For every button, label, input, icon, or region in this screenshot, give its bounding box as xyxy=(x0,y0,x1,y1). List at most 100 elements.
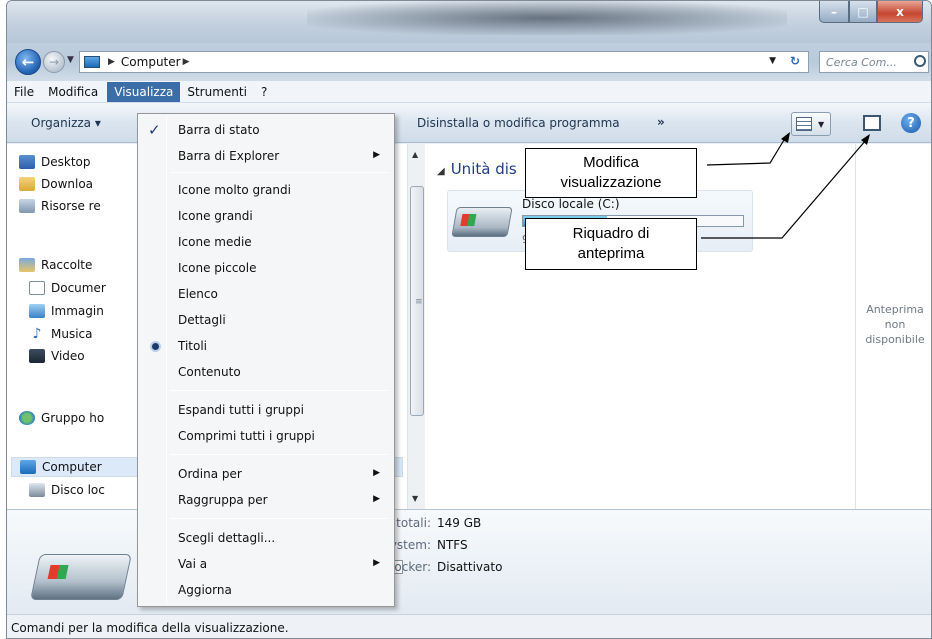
menu-item-details[interactable]: Dettagli xyxy=(140,308,392,332)
maximize-button[interactable]: □ xyxy=(849,1,877,23)
menu-item-refresh[interactable]: Aggiorna xyxy=(140,578,392,602)
nav-item-recent-places[interactable]: Risorse re xyxy=(19,196,101,216)
help-icon[interactable]: ? xyxy=(901,113,921,133)
menu-item-collapse-all-groups[interactable]: Comprimi tutti i gruppi xyxy=(140,424,392,448)
menu-item-status-bar[interactable]: ✓ Barra di stato xyxy=(140,118,392,142)
menu-modifica[interactable]: Modifica xyxy=(41,82,105,102)
group-header-drives[interactable]: ◢ Unità dis xyxy=(437,160,517,178)
address-history-dropdown[interactable]: ▼ xyxy=(769,56,776,66)
scroll-down-icon[interactable]: ▼ xyxy=(412,494,418,503)
submenu-arrow-icon: ▶ xyxy=(373,558,380,568)
organize-button[interactable]: Organizza ▾ xyxy=(31,116,101,130)
menu-separator xyxy=(170,172,388,173)
menu-item-label: Ordina per xyxy=(178,467,242,481)
minimize-button[interactable]: – xyxy=(819,1,849,23)
menu-item-label: Barra di stato xyxy=(178,123,260,137)
menu-item-label: Elenco xyxy=(178,287,218,301)
navigation-scrollbar[interactable]: ▲ ≡ ▼ xyxy=(407,144,425,509)
recent-places-icon xyxy=(19,199,35,213)
nav-item-homegroup[interactable]: Gruppo ho xyxy=(19,408,104,428)
search-icon[interactable] xyxy=(914,55,926,67)
preview-unavailable-text: Anteprima non disponibile xyxy=(856,302,931,347)
menu-item-medium-icons[interactable]: Icone medie xyxy=(140,230,392,254)
menu-item-group-by[interactable]: Raggruppa per ▶ xyxy=(140,488,392,512)
menu-item-explorer-bar[interactable]: Barra di Explorer ▶ xyxy=(140,144,392,168)
callout-text: Riquadro di xyxy=(572,225,650,242)
title-bar: – □ x xyxy=(7,1,931,43)
submenu-arrow-icon: ▶ xyxy=(373,150,380,160)
address-path[interactable]: Computer xyxy=(121,55,181,69)
nav-item-video[interactable]: Video xyxy=(29,346,85,366)
status-bar: Comandi per la modifica della visualizza… xyxy=(7,614,931,638)
menu-file[interactable]: File xyxy=(7,82,41,102)
more-commands-button[interactable]: » xyxy=(657,115,665,129)
scrollbar-thumb[interactable]: ≡ xyxy=(410,186,424,416)
menu-visualizza[interactable]: Visualizza xyxy=(107,81,181,102)
check-icon: ✓ xyxy=(148,121,161,139)
change-view-button[interactable]: ▼ xyxy=(791,112,831,136)
nav-item-music[interactable]: ♪ Musica xyxy=(29,324,93,344)
back-button[interactable]: ← xyxy=(15,49,41,75)
submenu-arrow-icon: ▶ xyxy=(373,468,380,478)
search-input[interactable]: Cerca Com... xyxy=(819,51,929,73)
group-header-label: Unità dis xyxy=(450,160,517,178)
menu-item-label: Aggiorna xyxy=(178,583,232,597)
menu-item-label: Icone medie xyxy=(178,235,252,249)
address-row: ← → ▼ ▶ Computer ▶ ▼ ↻ Cerca Com... xyxy=(7,43,931,81)
uninstall-program-button[interactable]: Disinstalla o modifica programma xyxy=(417,116,620,130)
computer-icon xyxy=(84,56,100,68)
nav-item-label: Documer xyxy=(51,281,106,295)
refresh-icon[interactable]: ↻ xyxy=(790,54,800,68)
nav-item-local-disk[interactable]: Disco loc xyxy=(29,480,105,500)
menu-help[interactable]: ? xyxy=(254,82,274,102)
radio-selected-icon xyxy=(152,343,159,350)
menu-item-content[interactable]: Contenuto xyxy=(140,360,392,384)
close-button[interactable]: x xyxy=(877,1,923,23)
callout-preview-pane: Riquadro di anteprima xyxy=(525,218,697,270)
menu-item-list[interactable]: Elenco xyxy=(140,282,392,306)
menu-item-label: Icone grandi xyxy=(178,209,253,223)
menu-item-go-to[interactable]: Vai a ▶ xyxy=(140,552,392,576)
title-bar-glow xyxy=(307,1,787,35)
menu-item-label: Icone piccole xyxy=(178,261,257,275)
nav-item-downloads[interactable]: Downloa xyxy=(19,174,93,194)
forward-button[interactable]: → xyxy=(43,51,65,73)
callout-text: anteprima xyxy=(577,245,645,262)
menu-strumenti[interactable]: Strumenti xyxy=(180,82,254,102)
nav-item-label: Video xyxy=(51,349,85,363)
menu-item-extra-large-icons[interactable]: Icone molto grandi xyxy=(140,178,392,202)
chevron-down-icon[interactable]: ▼ xyxy=(818,120,824,129)
menu-item-sort-by[interactable]: Ordina per ▶ xyxy=(140,462,392,486)
chevron-right-icon[interactable]: ▶ xyxy=(108,57,115,67)
hard-drive-icon xyxy=(30,554,132,600)
preview-pane-button[interactable] xyxy=(863,115,881,131)
menu-item-label: Scegli dettagli... xyxy=(178,531,276,545)
menu-separator xyxy=(170,390,388,391)
menu-item-label: Icone molto grandi xyxy=(178,183,291,197)
nav-item-pictures[interactable]: Immagin xyxy=(29,301,104,321)
menu-item-label: Dettagli xyxy=(178,313,226,327)
detail-value: Disattivato xyxy=(437,560,503,574)
recent-pages-dropdown[interactable]: ▼ xyxy=(67,55,74,65)
menu-item-label: Comprimi tutti i gruppi xyxy=(178,429,315,443)
menu-item-expand-all-groups[interactable]: Espandi tutti i gruppi xyxy=(140,398,392,422)
nav-item-label: Downloa xyxy=(41,177,94,191)
menu-item-choose-details[interactable]: Scegli dettagli... xyxy=(140,526,392,550)
nav-item-label: Immagin xyxy=(51,304,104,318)
nav-item-libraries[interactable]: Raccolte xyxy=(19,255,92,275)
menu-item-small-icons[interactable]: Icone piccole xyxy=(140,256,392,280)
menu-item-large-icons[interactable]: Icone grandi xyxy=(140,204,392,228)
address-bar[interactable]: ▶ Computer ▶ ▼ ↻ xyxy=(79,51,809,73)
collapse-icon[interactable]: ◢ xyxy=(437,166,445,177)
grip-icon: ≡ xyxy=(415,297,423,307)
menu-item-label: Vai a xyxy=(178,557,208,571)
nav-item-documents[interactable]: Documer xyxy=(29,278,106,298)
menu-item-tiles[interactable]: Titoli xyxy=(140,334,392,358)
scroll-up-icon[interactable]: ▲ xyxy=(412,150,418,159)
menu-item-label: Raggruppa per xyxy=(178,493,268,507)
preview-pane: Anteprima non disponibile xyxy=(855,144,931,509)
nav-item-desktop[interactable]: Desktop xyxy=(19,152,91,172)
window-controls: – □ x xyxy=(819,1,923,23)
preview-text-line: disponibile xyxy=(865,333,925,346)
chevron-right-icon[interactable]: ▶ xyxy=(183,57,190,67)
